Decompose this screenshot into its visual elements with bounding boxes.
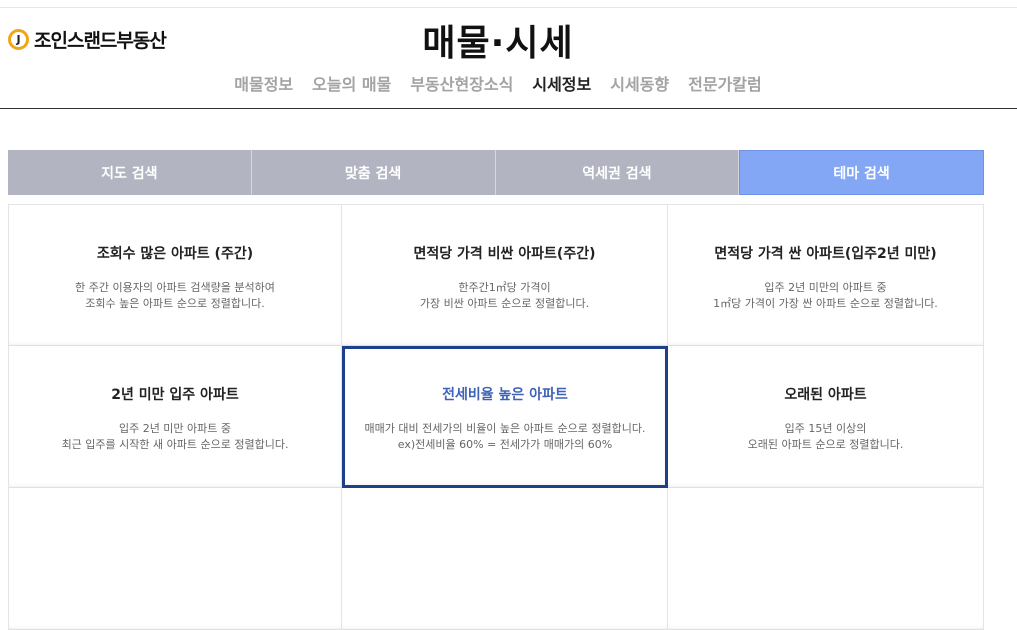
header-divider [0, 108, 1017, 109]
theme-card-grid: 조회수 많은 아파트 (주간) 한 주간 이용자의 아파트 검색량을 분석하여 … [8, 204, 984, 630]
card-description-line: 매매가 대비 전세가의 비율이 높은 아파트 순으로 정렬합니다. [364, 422, 646, 435]
card-description: 입주 15년 이상의 오래된 아파트 순으로 정렬합니다. [668, 421, 983, 453]
card-description-line: 한 주간 이용자의 아파트 검색량을 분석하여 [75, 281, 275, 294]
card-description: 한주간1㎡당 가격이 가장 비싼 아파트 순으로 정렬합니다. [342, 280, 667, 312]
card-description-line: 1㎡당 가격이 가장 싼 아파트 순으로 정렬합니다. [713, 297, 938, 310]
theme-card-partial[interactable] [342, 488, 668, 630]
card-title: 조회수 많은 아파트 (주간) [96, 246, 254, 262]
card-description: 입주 2년 미만 아파트 중 최근 입주를 시작한 새 아파트 순으로 정렬합니… [9, 421, 341, 453]
card-description-line: 가장 비싼 아파트 순으로 정렬합니다. [419, 297, 590, 310]
search-tabs: 지도 검색 맞춤 검색 역세권 검색 테마 검색 [8, 150, 984, 195]
theme-card-old-apartments[interactable]: 오래된 아파트 입주 15년 이상의 오래된 아파트 순으로 정렬합니다. [668, 346, 984, 488]
card-title: 면적당 가격 싼 아파트(입주2년 미만) [714, 246, 937, 262]
card-description-line: 조회수 높은 아파트 순으로 정렬합니다. [85, 297, 265, 310]
theme-card-most-viewed[interactable]: 조회수 많은 아파트 (주간) 한 주간 이용자의 아파트 검색량을 분석하여 … [8, 204, 342, 346]
subnav-item-price-trends[interactable]: 시세동향 [610, 71, 669, 95]
card-description-line: 최근 입주를 시작한 새 아파트 순으로 정렬합니다. [61, 438, 289, 451]
tab-custom-search[interactable]: 맞춤 검색 [251, 150, 496, 195]
theme-card-cheap-per-area[interactable]: 면적당 가격 싼 아파트(입주2년 미만) 입주 2년 미만의 아파트 중 1㎡… [668, 204, 984, 346]
subnav-item-site-news[interactable]: 부동산현장소식 [410, 71, 513, 95]
card-description-line: ex)전세비율 60% = 전세가가 매매가의 60% [397, 438, 613, 451]
card-description-line: 입주 15년 이상의 [784, 422, 867, 435]
subnav-item-price-info[interactable]: 시세정보 [532, 71, 591, 95]
card-title: 오래된 아파트 [784, 387, 867, 403]
card-description-line: 입주 2년 미만의 아파트 중 [764, 281, 887, 294]
tab-map-search[interactable]: 지도 검색 [8, 150, 252, 195]
card-title: 2년 미만 입주 아파트 [111, 387, 239, 403]
card-title: 면적당 가격 비싼 아파트(주간) [413, 246, 596, 262]
theme-card-partial[interactable] [668, 488, 984, 630]
theme-card-high-jeonse-ratio[interactable]: 전세비율 높은 아파트 매매가 대비 전세가의 비율이 높은 아파트 순으로 정… [342, 346, 668, 488]
card-description-line: 한주간1㎡당 가격이 [458, 281, 551, 294]
card-description: 한 주간 이용자의 아파트 검색량을 분석하여 조회수 높은 아파트 순으로 정… [9, 280, 341, 312]
subnav-item-expert-column[interactable]: 전문가칼럼 [688, 71, 762, 95]
theme-card-partial[interactable] [8, 488, 342, 630]
sub-navigation: 매물정보 오늘의 매물 부동산현장소식 시세정보 시세동향 전문가칼럼 [0, 71, 996, 95]
theme-card-new-apartments[interactable]: 2년 미만 입주 아파트 입주 2년 미만 아파트 중 최근 입주를 시작한 새… [8, 346, 342, 488]
page-title: 매물·시세 [422, 23, 574, 64]
card-title: 전세비율 높은 아파트 [442, 387, 568, 403]
card-description: 매매가 대비 전세가의 비율이 높은 아파트 순으로 정렬합니다. ex)전세비… [345, 421, 665, 453]
card-description-line: 오래된 아파트 순으로 정렬합니다. [747, 438, 904, 451]
tab-station-area-search[interactable]: 역세권 검색 [495, 150, 740, 195]
top-divider [0, 7, 1017, 8]
tab-theme-search[interactable]: 테마 검색 [739, 150, 984, 195]
subnav-item-listing-info[interactable]: 매물정보 [234, 71, 293, 95]
subnav-item-today-listings[interactable]: 오늘의 매물 [312, 71, 391, 95]
card-description-line: 입주 2년 미만 아파트 중 [118, 422, 232, 435]
theme-card-expensive-per-area[interactable]: 면적당 가격 비싼 아파트(주간) 한주간1㎡당 가격이 가장 비싼 아파트 순… [342, 204, 668, 346]
card-description: 입주 2년 미만의 아파트 중 1㎡당 가격이 가장 싼 아파트 순으로 정렬합… [668, 280, 983, 312]
